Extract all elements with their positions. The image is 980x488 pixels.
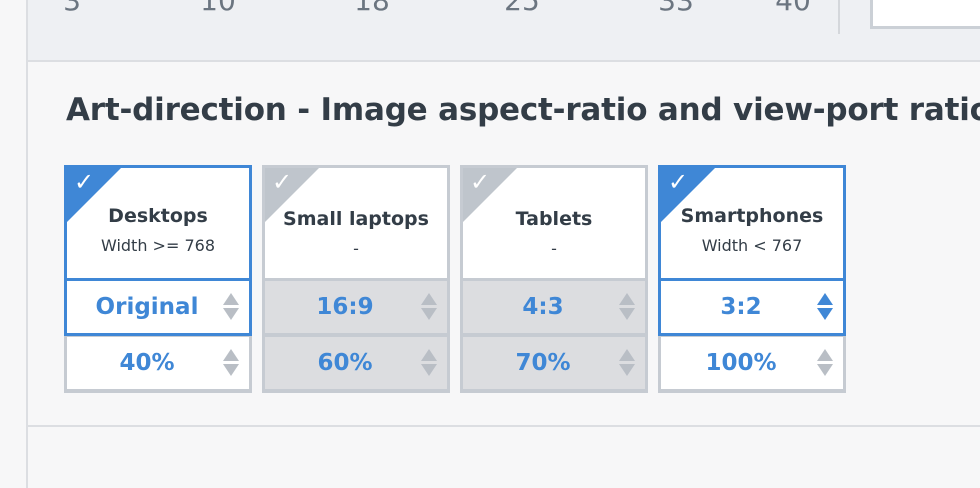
tick-label: 25 — [504, 0, 540, 17]
viewport-size-select[interactable]: 70% — [463, 337, 645, 389]
checkmark-icon: ✓ — [668, 168, 689, 196]
top-slider-strip: 3 10 18 25 33 40 — [28, 0, 980, 62]
device-width-rule: - — [551, 239, 557, 258]
device-card-smartphones: ✓ Smartphones Width < 767 3:2 100% — [658, 165, 846, 393]
checkmark-icon: ✓ — [272, 168, 293, 196]
aspect-ratio-value: Original — [95, 294, 199, 320]
device-toggle-smartphones[interactable]: ✓ Smartphones Width < 767 — [658, 165, 846, 281]
viewport-size-value: 60% — [317, 350, 373, 376]
device-width-rule: - — [353, 239, 359, 258]
aspect-ratio-select[interactable]: 16:9 — [265, 281, 447, 333]
device-card-desktops: ✓ Desktops Width >= 768 Original 40% — [64, 165, 252, 393]
aspect-ratio-value: 3:2 — [720, 294, 762, 320]
viewport-size-value: 70% — [515, 350, 571, 376]
updown-arrows-icon[interactable] — [619, 291, 635, 323]
tick-label: 10 — [200, 0, 236, 17]
aspect-ratio-value: 4:3 — [522, 294, 564, 320]
updown-arrows-icon[interactable] — [619, 347, 635, 379]
updown-arrows-icon[interactable] — [421, 291, 437, 323]
checkmark-icon: ✓ — [74, 168, 95, 196]
viewport-size-value: 100% — [705, 350, 777, 376]
aspect-ratio-value: 16:9 — [316, 294, 374, 320]
device-toggle-tablets[interactable]: ✓ Tablets - — [463, 168, 645, 278]
tick-label: 33 — [658, 0, 694, 17]
tick-label: 18 — [354, 0, 390, 17]
updown-arrows-icon[interactable] — [223, 291, 239, 323]
viewport-size-select[interactable]: 100% — [661, 337, 843, 389]
tick-label: 3 — [63, 0, 81, 17]
device-width-rule: Width >= 768 — [100, 236, 215, 255]
updown-arrows-icon[interactable] — [223, 347, 239, 379]
device-card-tablets: ✓ Tablets - 4:3 70% — [460, 165, 648, 393]
device-name: Tablets — [515, 208, 593, 230]
device-name: Desktops — [108, 205, 208, 227]
viewport-size-value: 40% — [119, 350, 175, 376]
device-width-rule: Width < 767 — [701, 236, 803, 255]
device-card-small-laptops: ✓ Small laptops - 16:9 60% — [262, 165, 450, 393]
device-name: Small laptops — [283, 208, 429, 230]
device-name: Smartphones — [680, 205, 824, 227]
device-toggle-desktops[interactable]: ✓ Desktops Width >= 768 — [64, 165, 252, 281]
checkmark-icon: ✓ — [470, 168, 491, 196]
bottom-divider — [26, 425, 980, 427]
value-input-box[interactable] — [870, 0, 980, 29]
updown-arrows-icon[interactable] — [817, 347, 833, 379]
tick-label: 40 — [775, 0, 811, 17]
section-title: Art-direction - Image aspect-ratio and v… — [66, 92, 980, 128]
updown-arrows-icon[interactable] — [817, 291, 833, 323]
viewport-size-select[interactable]: 40% — [67, 337, 249, 389]
aspect-ratio-select[interactable]: 3:2 — [658, 278, 846, 336]
divider — [838, 0, 840, 34]
viewport-size-select[interactable]: 60% — [265, 337, 447, 389]
updown-arrows-icon[interactable] — [421, 347, 437, 379]
aspect-ratio-select[interactable]: 4:3 — [463, 281, 645, 333]
device-toggle-small-laptops[interactable]: ✓ Small laptops - — [265, 168, 447, 278]
aspect-ratio-select[interactable]: Original — [64, 278, 252, 336]
